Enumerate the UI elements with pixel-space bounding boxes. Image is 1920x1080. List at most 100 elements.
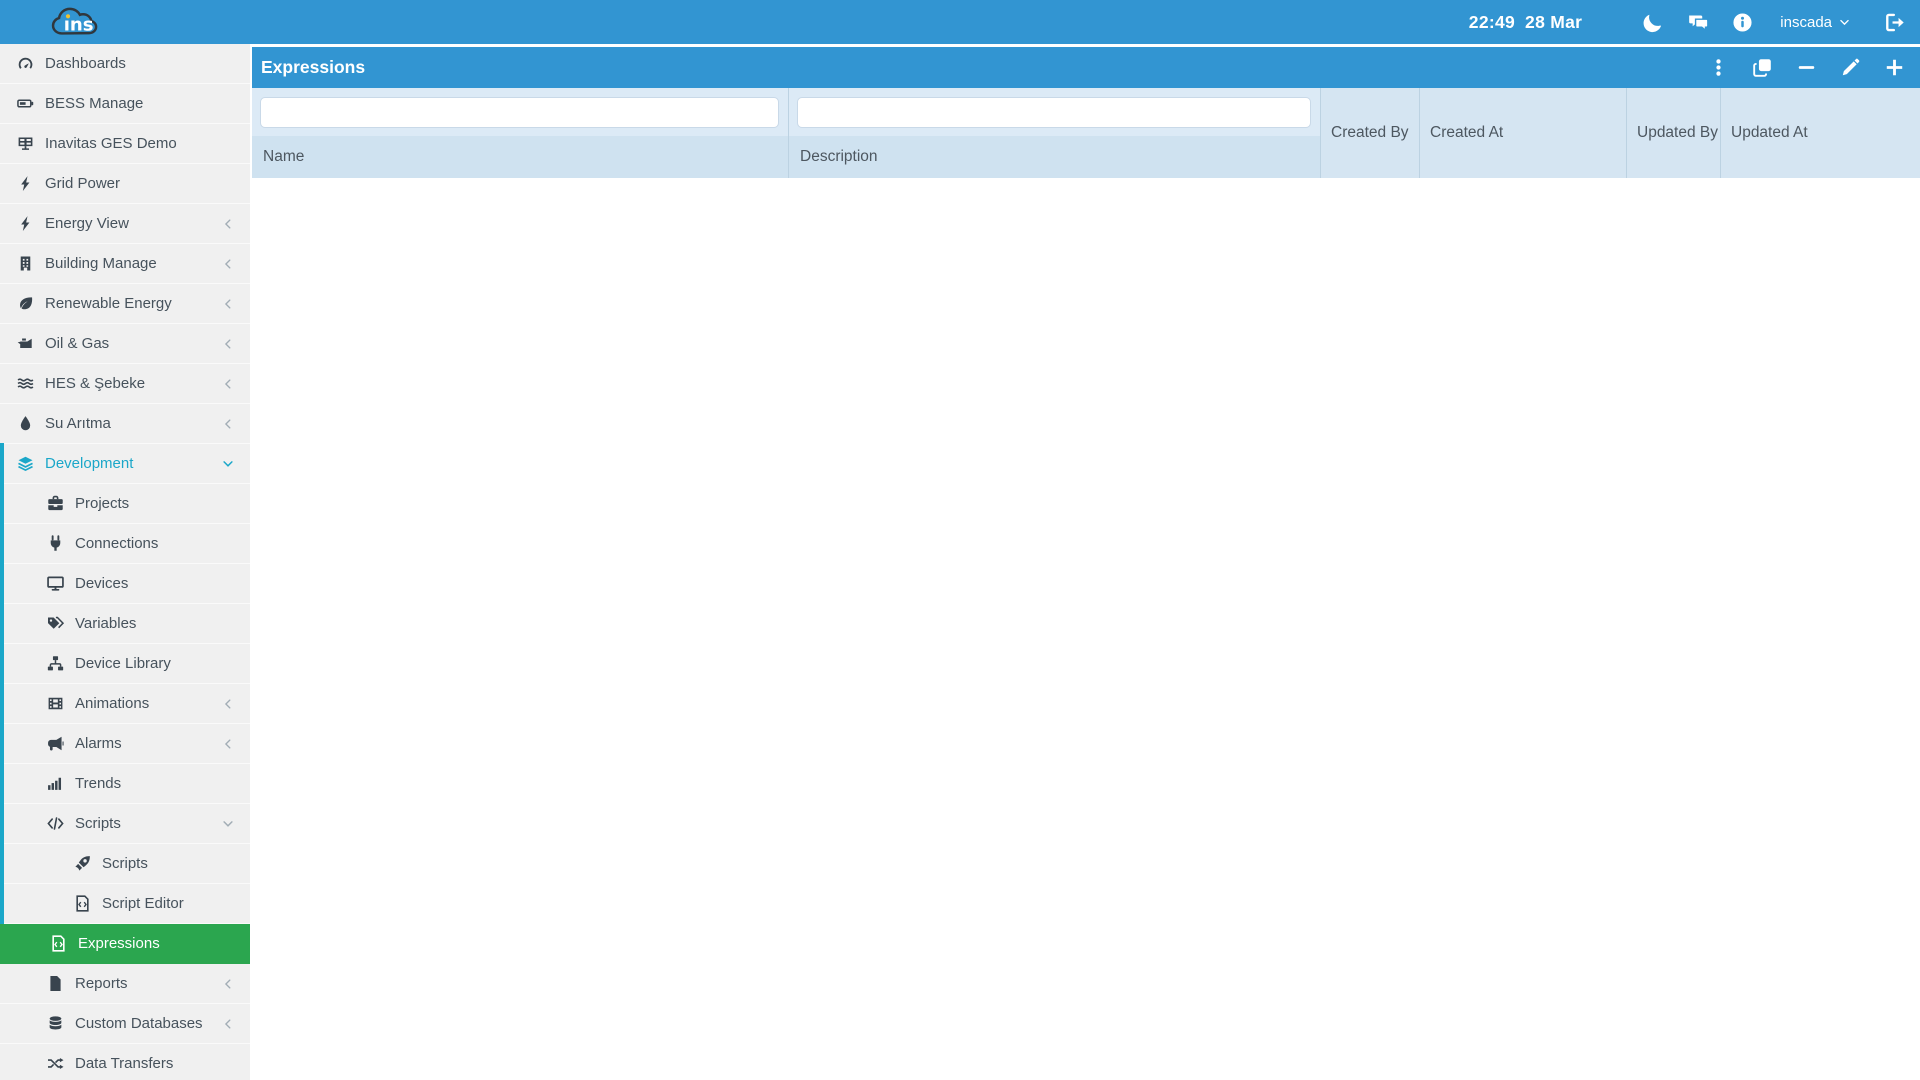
panel-toolbar <box>1708 58 1904 78</box>
toolbar-pencil-button[interactable] <box>1840 58 1860 78</box>
sidebar-item-label: Building Manage <box>45 255 157 272</box>
sidebar-item-dashboards[interactable]: Dashboards <box>0 44 250 84</box>
column-header-description[interactable]: Description <box>789 136 1320 178</box>
clock-date: 28 Mar <box>1525 11 1583 32</box>
solar-panel-icon <box>14 135 36 152</box>
toolbar-clone-button[interactable] <box>1752 58 1772 78</box>
chevron-left-icon <box>222 698 234 710</box>
plug-icon <box>44 535 66 552</box>
sidebar-item-label: Trends <box>75 775 122 792</box>
shuffle-icon <box>44 1055 66 1072</box>
sidebar-item-label: Oil & Gas <box>45 335 110 352</box>
sidebar-item-label: Connections <box>75 535 159 552</box>
sidebar-item-hes-ebeke[interactable]: HES & Şebeke <box>0 364 250 404</box>
logout-icon[interactable] <box>1882 10 1906 34</box>
column-header-updated-at[interactable]: Updated At <box>1720 88 1920 178</box>
sidebar-item-oil-gas[interactable]: Oil & Gas <box>0 324 250 364</box>
toolbar-minus-button[interactable] <box>1796 58 1816 78</box>
sidebar-item-script-editor[interactable]: Script Editor <box>0 883 250 924</box>
info-icon[interactable] <box>1730 10 1754 34</box>
sidebar-item-custom-databases[interactable]: Custom Databases <box>0 1004 250 1044</box>
sidebar-item-device-library[interactable]: Device Library <box>0 643 250 684</box>
inscada-logo: ıns <box>48 2 108 42</box>
sidebar-item-grid-power[interactable]: Grid Power <box>0 164 250 204</box>
sidebar-item-label: Reports <box>75 975 128 992</box>
column-header-created-by[interactable]: Created By <box>1320 88 1419 178</box>
sidebar-item-development[interactable]: Development <box>0 443 250 484</box>
gauge-icon <box>14 55 36 72</box>
monitor-icon <box>44 575 66 592</box>
filter-description-input[interactable] <box>797 96 1311 128</box>
chevron-left-icon <box>222 378 234 390</box>
code-icon <box>44 815 66 832</box>
sidebar-item-label: Device Library <box>75 655 171 672</box>
column-header-updated-by[interactable]: Updated By <box>1626 88 1720 178</box>
hamburger-menu-icon[interactable] <box>10 10 34 34</box>
sidebar-item-label: Projects <box>75 495 130 512</box>
sidebar-item-su-ar-tma[interactable]: Su Arıtma <box>0 404 250 444</box>
sidebar-item-alarms[interactable]: Alarms <box>0 723 250 764</box>
sidebar-item-label: Script Editor <box>102 895 184 912</box>
dark-mode-moon-icon[interactable] <box>1640 10 1664 34</box>
sidebar-item-projects[interactable]: Projects <box>0 483 250 524</box>
sidebar-item-trends[interactable]: Trends <box>0 763 250 804</box>
chevron-left-icon <box>222 978 234 990</box>
chevron-left-icon <box>222 418 234 430</box>
sidebar-item-renewable-energy[interactable]: Renewable Energy <box>0 284 250 324</box>
sidebar-item-building-manage[interactable]: Building Manage <box>0 244 250 284</box>
bolt-icon <box>14 175 36 192</box>
user-menu-label: inscada <box>1780 13 1832 31</box>
column-name: Name <box>252 88 788 178</box>
user-menu[interactable]: inscada <box>1780 14 1850 31</box>
sidebar-item-label: HES & Şebeke <box>45 375 146 392</box>
sidebar-item-label: Grid Power <box>45 175 121 192</box>
sidebar-item-bess-manage[interactable]: BESS Manage <box>0 84 250 124</box>
chevron-down-icon <box>222 458 234 470</box>
sidebar-item-reports[interactable]: Reports <box>0 964 250 1004</box>
column-header-name[interactable]: Name <box>252 136 788 178</box>
rocket-icon <box>71 855 93 872</box>
sidebar-item-data-transfers[interactable]: Data Transfers <box>0 1044 250 1080</box>
sidebar-item-label: Inavitas GES Demo <box>45 135 177 152</box>
table-header-row: Name Description Created By Created At Updat… <box>252 88 1920 178</box>
topbar-right-cluster: 22:49 28 Mar inscada <box>1469 10 1906 34</box>
sidebar-item-label: Variables <box>75 615 137 632</box>
sidebar-item-connections[interactable]: Connections <box>0 523 250 564</box>
chevron-left-icon <box>222 258 234 270</box>
chevron-left-icon <box>222 298 234 310</box>
toolbar-ellipsis-v-button[interactable] <box>1708 58 1728 78</box>
filter-zone <box>789 88 1320 136</box>
chevron-down-icon <box>1839 17 1850 28</box>
page-title: Expressions <box>261 57 366 77</box>
sidebar-item-animations[interactable]: Animations <box>0 683 250 724</box>
bar-chart-icon <box>44 775 66 792</box>
filter-name-input[interactable] <box>260 96 779 128</box>
droplet-icon <box>14 415 36 432</box>
messages-chat-icon[interactable] <box>1686 10 1710 34</box>
sidebar-item-energy-view[interactable]: Energy View <box>0 204 250 244</box>
sidebar-item-variables[interactable]: Variables <box>0 603 250 644</box>
sidebar-item-label: Scripts <box>102 855 148 872</box>
sidebar-item-label: Alarms <box>75 735 122 752</box>
toolbar-plus-button[interactable] <box>1884 58 1904 78</box>
sitemap-icon <box>44 655 66 672</box>
sidebar-item-label: Su Arıtma <box>45 415 111 432</box>
file-icon <box>44 975 66 992</box>
sidebar-item-label: Animations <box>75 695 150 712</box>
file-code-icon <box>71 895 93 912</box>
battery-icon <box>14 95 36 112</box>
bullhorn-icon <box>44 735 66 752</box>
column-header-created-at[interactable]: Created At <box>1419 88 1626 178</box>
sidebar-menu: Dashboards BESS Manage Inavitas GES Demo Gr… <box>0 44 250 1080</box>
sidebar-item-scripts[interactable]: Scripts <box>0 843 250 884</box>
sidebar-item-label: Dashboards <box>45 55 126 72</box>
sidebar-item-expressions[interactable]: Expressions <box>0 924 250 964</box>
building-icon <box>14 255 36 272</box>
sidebar-item-label: Energy View <box>45 215 129 232</box>
topbar: ıns 22:49 28 Mar inscada <box>0 0 1920 44</box>
sidebar-item-label: Scripts <box>75 815 121 832</box>
sidebar-item-inavitas-ges-demo[interactable]: Inavitas GES Demo <box>0 124 250 164</box>
sidebar-item-scripts[interactable]: Scripts <box>0 803 250 844</box>
panel-header: Expressions <box>252 47 1920 88</box>
sidebar-item-devices[interactable]: Devices <box>0 563 250 604</box>
